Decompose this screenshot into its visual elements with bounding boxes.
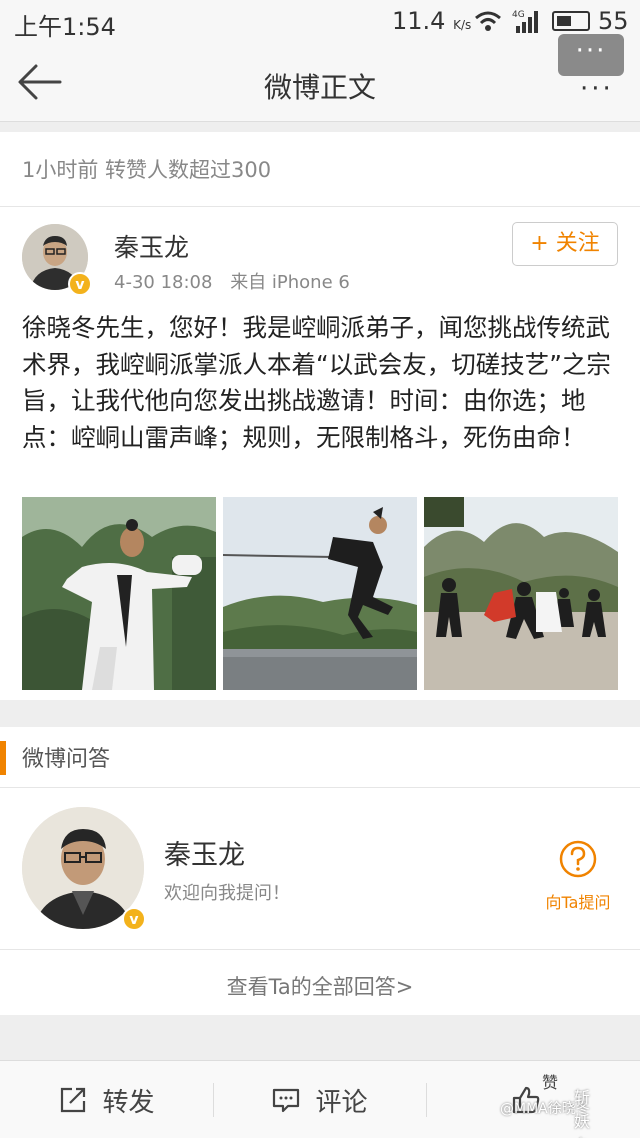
signal-icon: 4G xyxy=(512,8,542,40)
ask-question-label: 向Ta提问 xyxy=(545,893,611,912)
status-bar: 上午1:54 11.4 K/s 4G 55 xyxy=(0,0,640,44)
network-speed: 11.4 K/s xyxy=(392,7,471,35)
navigation-bar: 微博正文 ··· ··· xyxy=(0,34,640,122)
wifi-icon xyxy=(474,10,502,38)
post-meta: 4-30 18:08 来自 iPhone 6 xyxy=(114,268,362,294)
comment-label: 评论 xyxy=(315,1087,368,1118)
divider xyxy=(0,949,640,950)
verified-badge-icon: v xyxy=(68,272,92,296)
author-name[interactable]: 秦玉龙 xyxy=(114,228,189,264)
verified-badge-icon: v xyxy=(122,907,146,931)
qa-section-title: 微博问答 xyxy=(22,747,111,772)
qa-card: 微博问答 v 秦玉龙 欢迎向我提问！ 向Ta提问 查看Ta的全部回答> xyxy=(0,727,640,1015)
post-photo[interactable] xyxy=(22,497,216,690)
network-type: 4G xyxy=(512,10,525,20)
post-meta-line: 1小时前 转赞人数超过300 xyxy=(22,158,272,182)
post-photo[interactable] xyxy=(223,497,417,690)
qa-welcome-text: 欢迎向我提问！ xyxy=(164,883,290,904)
divider xyxy=(0,787,640,788)
more-menu-badge[interactable]: ··· xyxy=(558,34,624,76)
post-source: 来自 iPhone 6 xyxy=(230,272,350,293)
divider xyxy=(0,206,640,207)
post-date: 4-30 18:08 xyxy=(114,272,213,293)
follow-button[interactable]: + 关注 xyxy=(512,222,618,266)
comment-button[interactable]: 评论 xyxy=(213,1061,426,1138)
post-photo[interactable] xyxy=(424,497,618,690)
question-mark-icon xyxy=(559,840,597,878)
battery-percent: 55 xyxy=(598,7,629,35)
section-accent-bar xyxy=(0,741,6,775)
view-all-answers-link[interactable]: 查看Ta的全部回答> xyxy=(0,971,640,1001)
watermark: @MMA徐晓冬 斩妖台 xyxy=(500,1088,590,1138)
ask-question-button[interactable]: 向Ta提问 xyxy=(540,839,616,913)
comment-icon xyxy=(273,1088,300,1113)
like-label: 赞 xyxy=(542,1073,559,1092)
battery-icon xyxy=(552,11,590,31)
repost-button[interactable]: 转发 xyxy=(0,1061,213,1138)
more-options-icon[interactable]: ··· xyxy=(580,74,614,104)
watermark-brand: 斩妖台 xyxy=(574,1088,591,1138)
post-card: 1小时前 转赞人数超过300 v 秦玉龙 4-30 18:08 来自 iPhon… xyxy=(0,132,640,700)
page-title: 微博正文 xyxy=(263,71,376,104)
network-speed-unit: K/s xyxy=(453,18,472,32)
repost-label: 转发 xyxy=(102,1087,155,1118)
repost-icon xyxy=(61,1087,86,1113)
status-time: 上午1:54 xyxy=(14,13,116,41)
qa-name[interactable]: 秦玉龙 xyxy=(164,833,245,872)
network-speed-value: 11.4 xyxy=(392,7,446,35)
post-text: 徐晓冬先生，您好！我是崆峒派弟子，闻您挑战传统武术界，我崆峒派掌派人本着“以武会… xyxy=(22,313,611,452)
